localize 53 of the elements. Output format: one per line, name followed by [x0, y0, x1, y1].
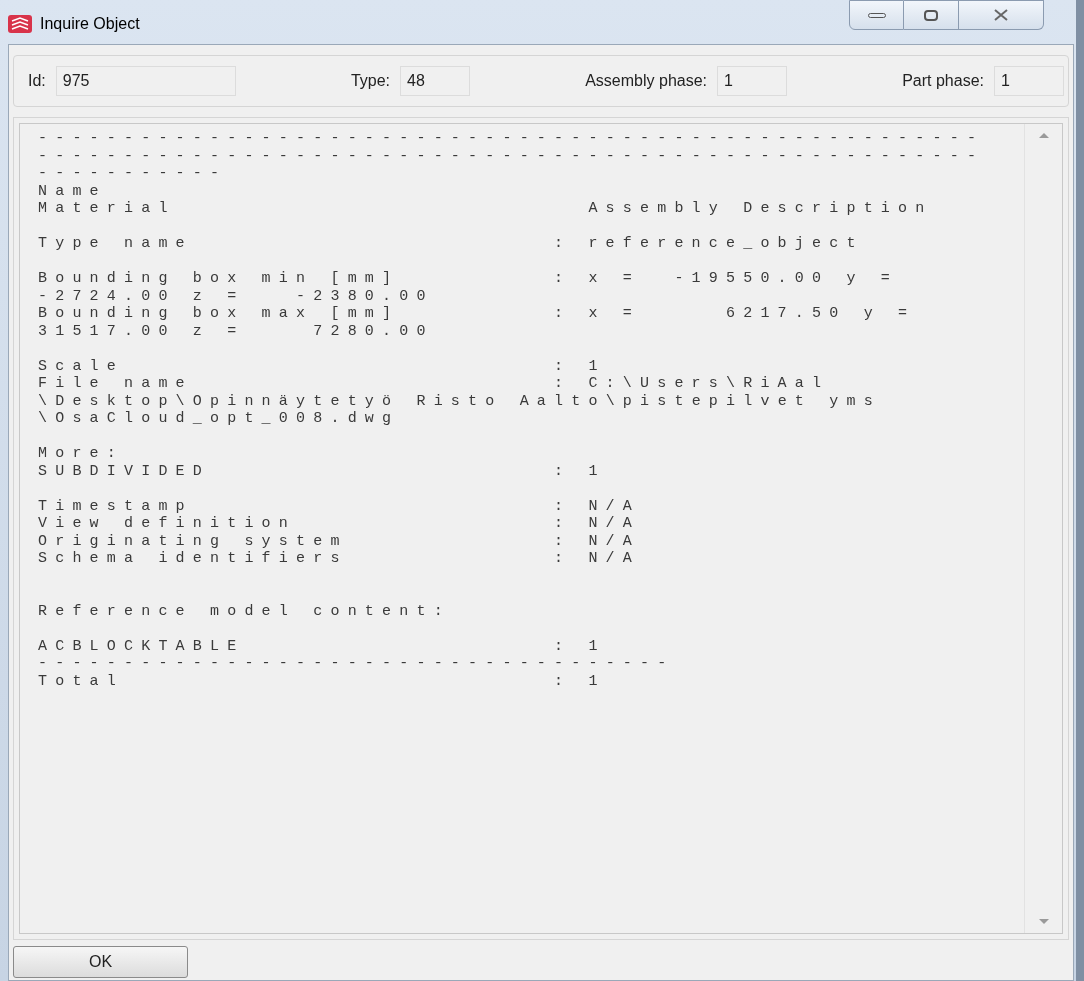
value-field: 975 — [55, 66, 236, 96]
report-label: Originating system — [38, 532, 349, 550]
report-label: Material — [38, 200, 177, 218]
window-title: Inquire Object — [40, 14, 140, 34]
field-label: Id: — [28, 71, 46, 91]
report-line: -2724.00 z = -2380.00 — [38, 287, 434, 305]
report-label: Scale — [38, 357, 125, 375]
report-line: ------------------------------------------------------- — [38, 130, 985, 148]
value-field: 48 — [400, 66, 471, 96]
scroll-up-icon — [1038, 132, 1049, 138]
report-value: : 1 — [554, 462, 606, 480]
report-value: : N/A — [554, 497, 640, 515]
report-label: Type name — [38, 235, 194, 253]
value-field: 1 — [994, 66, 1064, 96]
report-line: \Desktop\Opinnäytetyö Risto Aalto\pistepilvet yms — [38, 392, 881, 410]
report-label: Bounding box max [mm] — [38, 305, 401, 323]
ok-button[interactable]: OK — [13, 946, 188, 978]
report-line: More: — [38, 445, 124, 463]
report-label: SUBDIVIDED — [38, 462, 211, 480]
report-value: Assembly Description — [587, 200, 933, 218]
report-value: : reference_object — [554, 235, 864, 253]
close-icon — [993, 9, 1009, 21]
report-value: : N/A — [554, 550, 640, 568]
report-label: Total — [38, 672, 125, 690]
value-field: 1 — [717, 66, 788, 96]
report-value: : 1 — [554, 357, 606, 375]
report-value: : C:\Users\RiAal — [554, 375, 830, 393]
report-label: View definition — [38, 515, 298, 533]
app-icon — [8, 15, 32, 33]
scroll-down-icon — [1038, 919, 1049, 925]
field-label: Assembly phase: — [585, 71, 708, 91]
report-label: ACBLOCKTABLE — [38, 637, 246, 655]
report-line: Reference model content: — [38, 602, 451, 620]
report-label: Schema identifiers — [38, 550, 349, 568]
report-value: : 1 — [554, 637, 606, 655]
report-value: : 1 — [554, 672, 606, 690]
report-label: Timestamp — [38, 497, 194, 515]
report-line: ------------------------------------- — [38, 655, 675, 673]
report-line: ------------------------------------------------------- — [38, 147, 985, 165]
minimize-button[interactable] — [849, 0, 904, 30]
report-line: ----------- — [38, 165, 228, 183]
report-line: 31517.00 z = 7280.00 — [38, 322, 434, 340]
report-value: : x = -19550.00 y = — [554, 270, 899, 288]
maximize-button[interactable] — [904, 0, 959, 30]
field-label: Part phase: — [902, 71, 984, 91]
report-value: : N/A — [554, 515, 640, 533]
report-label: File name — [38, 375, 194, 393]
field-label: Type: — [350, 71, 391, 91]
report-label: Bounding box min [mm] — [38, 270, 401, 288]
report-value: : N/A — [554, 532, 640, 550]
report-line: \OsaCloud_opt_008.dwg — [38, 410, 400, 428]
report-value: : x = 6217.50 y = — [554, 305, 916, 323]
report-line: Name — [38, 182, 107, 200]
